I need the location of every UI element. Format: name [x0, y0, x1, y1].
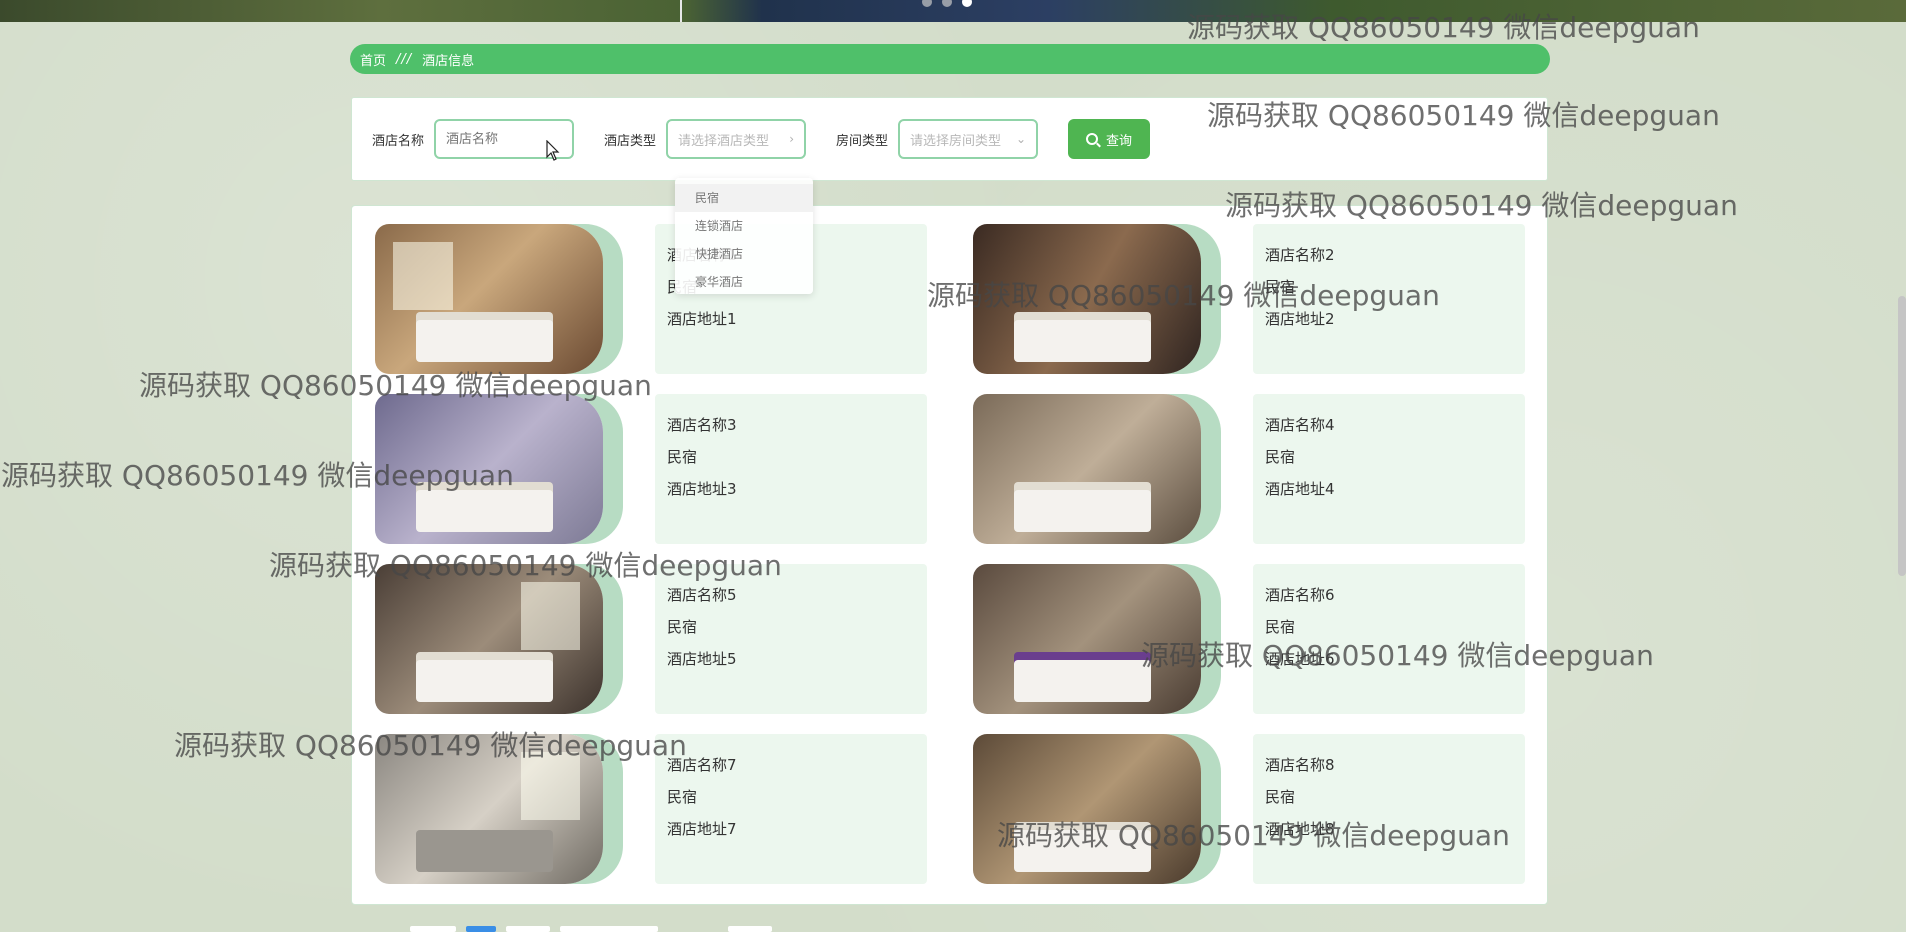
hotel-card[interactable]: 酒店名称3 民宿 酒店地址3 — [375, 394, 955, 544]
pagination — [410, 926, 772, 932]
hotel-name: 酒店名称5 — [667, 586, 737, 604]
carousel-dot[interactable] — [942, 0, 952, 7]
hotel-type: 民宿 — [667, 788, 698, 806]
breadcrumb-home[interactable]: 首页 — [360, 50, 386, 69]
hotel-info: 酒店名称8 民宿 酒店地址8 — [1253, 734, 1525, 884]
hotel-type: 民宿 — [1265, 788, 1296, 806]
hotel-info: 酒店名称4 民宿 酒店地址4 — [1253, 394, 1525, 544]
hotel-type-dropdown: 民宿 连锁酒店 快捷酒店 豪华酒店 — [675, 178, 813, 294]
banner-divider — [680, 0, 682, 22]
hotel-type-label: 酒店类型 — [604, 133, 657, 149]
hotel-address: 酒店地址7 — [667, 820, 737, 838]
hotel-info: 酒店名称6 民宿 酒店地址6 — [1253, 564, 1525, 714]
hotel-info: 酒店名称5 民宿 酒店地址5 — [655, 564, 927, 714]
hotel-card[interactable]: 酒店名称6 民宿 酒店地址6 — [973, 564, 1553, 714]
room-type-label: 房间类型 — [836, 133, 889, 149]
top-banner-carousel — [0, 0, 1906, 22]
query-button-label: 查询 — [1106, 132, 1133, 148]
hotel-list: 酒店名称1 民宿 酒店地址1 酒店名称2 民宿 酒店地址2 酒店名称3 民宿 酒… — [351, 205, 1548, 905]
chevron-right-icon: › — [789, 132, 795, 146]
carousel-dot-active[interactable] — [962, 0, 972, 7]
hotel-address: 酒店地址3 — [667, 480, 737, 498]
hotel-info: 酒店名称7 民宿 酒店地址7 — [655, 734, 927, 884]
page-button[interactable] — [506, 926, 550, 932]
carousel-indicators — [922, 0, 972, 7]
page-button[interactable] — [410, 926, 456, 932]
hotel-photo[interactable] — [375, 394, 603, 544]
hotel-address: 酒店地址5 — [667, 650, 737, 668]
room-type-placeholder: 请选择房间类型 — [910, 133, 1002, 149]
hotel-address: 酒店地址1 — [667, 310, 737, 328]
hotel-address: 酒店地址2 — [1265, 310, 1335, 328]
chevron-down-icon: ⌄ — [1015, 132, 1027, 146]
hotel-name-label: 酒店名称 — [372, 133, 425, 149]
page-button-active[interactable] — [466, 926, 496, 932]
hotel-photo[interactable] — [375, 734, 603, 884]
hotel-name: 酒店名称2 — [1265, 246, 1335, 264]
hotel-photo[interactable] — [375, 564, 603, 714]
hotel-type-placeholder: 请选择酒店类型 — [678, 133, 770, 149]
room-type-field: 房间类型 请选择房间类型 ⌄ — [836, 119, 1039, 159]
page-scrollbar[interactable] — [1898, 296, 1906, 576]
page-size-select[interactable] — [560, 926, 658, 932]
hotel-photo[interactable] — [973, 734, 1201, 884]
hotel-type: 民宿 — [1265, 448, 1296, 466]
hotel-address: 酒店地址4 — [1265, 480, 1335, 498]
hotel-card[interactable]: 酒店名称1 民宿 酒店地址1 — [375, 224, 955, 374]
hotel-address: 酒店地址8 — [1265, 820, 1335, 838]
hotel-type: 民宿 — [1265, 618, 1296, 636]
query-button[interactable]: 查询 — [1068, 119, 1151, 159]
hotel-card[interactable]: 酒店名称2 民宿 酒店地址2 — [973, 224, 1553, 374]
hotel-name: 酒店名称6 — [1265, 586, 1335, 604]
hotel-photo[interactable] — [973, 224, 1201, 374]
hotel-photo[interactable] — [375, 224, 603, 374]
hotel-name: 酒店名称4 — [1265, 416, 1335, 434]
hotel-name: 酒店名称3 — [667, 416, 737, 434]
hotel-card[interactable]: 酒店名称7 民宿 酒店地址7 — [375, 734, 955, 884]
hotel-info: 酒店名称2 民宿 酒店地址2 — [1253, 224, 1525, 374]
dropdown-option[interactable]: 连锁酒店 — [675, 212, 813, 240]
hotel-type: 民宿 — [1265, 278, 1296, 296]
page-jump-input[interactable] — [728, 926, 772, 932]
dropdown-option[interactable]: 豪华酒店 — [675, 268, 813, 296]
hotel-name: 酒店名称7 — [667, 756, 737, 774]
hotel-info: 酒店名称3 民宿 酒店地址3 — [655, 394, 927, 544]
search-panel: 酒店名称 酒店类型 请选择酒店类型 › 房间类型 请选择房间类型 ⌄ 查询 — [351, 97, 1548, 181]
hotel-name: 酒店名称8 — [1265, 756, 1335, 774]
hotel-type: 民宿 — [667, 448, 698, 466]
hotel-card[interactable]: 酒店名称5 民宿 酒店地址5 — [375, 564, 955, 714]
dropdown-option[interactable]: 民宿 — [675, 184, 813, 212]
hotel-type: 民宿 — [667, 618, 698, 636]
room-type-select[interactable]: 请选择房间类型 ⌄ — [898, 119, 1039, 159]
mouse-cursor-icon — [546, 140, 560, 161]
hotel-name-field: 酒店名称 — [372, 119, 575, 159]
dropdown-option[interactable]: 快捷酒店 — [675, 240, 813, 268]
hotel-card[interactable]: 酒店名称4 民宿 酒店地址4 — [973, 394, 1553, 544]
breadcrumb-separator: /// — [396, 51, 413, 67]
hotel-photo[interactable] — [973, 564, 1201, 714]
breadcrumb-current: 酒店信息 — [422, 53, 475, 69]
hotel-card[interactable]: 酒店名称8 民宿 酒店地址8 — [973, 734, 1553, 884]
hotel-type-select[interactable]: 请选择酒店类型 › — [666, 119, 807, 159]
carousel-dot[interactable] — [922, 0, 932, 7]
hotel-address: 酒店地址6 — [1265, 650, 1335, 668]
hotel-type-field: 酒店类型 请选择酒店类型 › — [604, 119, 807, 159]
search-icon — [1086, 133, 1099, 145]
breadcrumb: 首页 /// 酒店信息 — [350, 44, 1550, 74]
hotel-photo[interactable] — [973, 394, 1201, 544]
